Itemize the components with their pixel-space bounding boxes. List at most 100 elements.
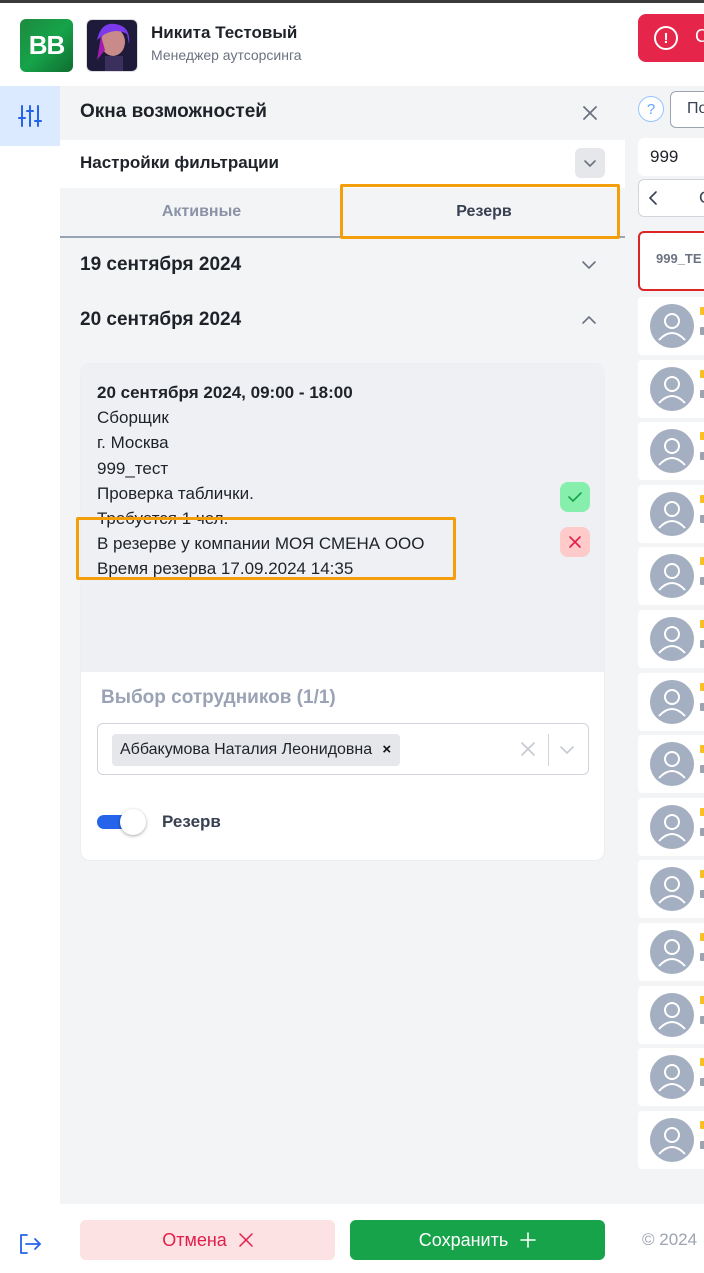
user-avatar-icon <box>650 930 694 974</box>
shift-comment: Проверка таблички. <box>97 483 254 503</box>
cancel-button-label: Отмена <box>162 1229 227 1250</box>
employee-chip-label: Аббакумова Наталия Леонидовна <box>120 741 373 758</box>
tab-reserve[interactable]: Резерв <box>343 188 625 236</box>
employee-select[interactable]: Аббакумова Наталия Леонидовна × <box>97 723 589 775</box>
shift-datetime: 20 сентября 2024, 09:00 - 18:00 <box>97 383 353 402</box>
user-avatar-icon <box>650 554 694 598</box>
date-group-header[interactable]: 20 сентября 2024 <box>60 293 625 348</box>
person-meta-fragment <box>700 828 704 836</box>
tab-active[interactable]: Активные <box>60 188 343 236</box>
date-group-header[interactable]: 19 сентября 2024 <box>60 238 625 293</box>
person-name-fragment <box>700 683 704 691</box>
tabs-bar: Активные Резерв <box>60 188 625 238</box>
user-avatar-icon <box>650 805 694 849</box>
chevron-left-icon[interactable] <box>646 190 660 206</box>
chevron-down-icon <box>584 160 596 168</box>
app-logo: BB <box>20 19 73 72</box>
user-avatar-icon <box>650 742 694 786</box>
help-icon[interactable]: ? <box>638 96 664 122</box>
user-avatar[interactable] <box>86 19 138 72</box>
person-name-fragment <box>700 996 704 1004</box>
clear-icon[interactable] <box>519 740 537 758</box>
person-list-item[interactable] <box>638 360 704 418</box>
person-meta-fragment <box>700 1016 704 1024</box>
person-meta-fragment <box>700 327 704 335</box>
left-rail <box>0 86 60 1273</box>
user-avatar-icon <box>650 304 694 348</box>
shift-reserve-time: Время резерва 17.09.2024 14:35 <box>97 559 354 579</box>
alert-button[interactable]: ! С <box>638 14 704 62</box>
person-name-fragment <box>700 495 704 503</box>
panel-title: Окна возможностей <box>80 101 267 122</box>
person-name-fragment <box>700 808 704 816</box>
user-avatar-icon <box>650 867 694 911</box>
person-name-fragment <box>700 557 704 565</box>
user-avatar-icon <box>650 617 694 661</box>
right-nav[interactable]: С <box>638 179 704 217</box>
alert-button-label: С <box>695 26 704 46</box>
person-list-item[interactable] <box>638 798 704 856</box>
user-avatar-icon <box>650 367 694 411</box>
reserve-toggle-label: Резерв <box>162 812 221 831</box>
person-name-fragment <box>700 1058 704 1066</box>
user-avatar-icon <box>650 1055 694 1099</box>
filter-expand-button[interactable] <box>575 148 605 178</box>
person-list-item[interactable] <box>638 673 704 731</box>
person-list-item[interactable] <box>638 735 704 793</box>
person-list-item[interactable] <box>638 610 704 668</box>
person-meta-fragment <box>700 703 704 711</box>
person-name-fragment <box>700 745 704 753</box>
accept-button[interactable] <box>560 482 590 512</box>
person-list-item[interactable] <box>638 1048 704 1106</box>
shift-object: 999_тест <box>97 458 169 478</box>
filter-settings-label: Настройки фильтрации <box>80 153 280 172</box>
person-list-item[interactable] <box>638 485 704 543</box>
user-avatar-icon <box>650 1118 694 1162</box>
close-icon[interactable] <box>580 103 600 123</box>
user-role: Менеджер аутсорсинга <box>151 47 302 63</box>
chevron-down-icon[interactable] <box>559 742 575 758</box>
shift-card: 20 сентября 2024, 09:00 - 18:00 Сборщик … <box>80 363 605 861</box>
toggle-knob <box>120 809 146 835</box>
shift-reserved-by: В резерве у компании МОЯ СМЕНА ООО <box>97 534 425 554</box>
user-avatar-icon <box>650 680 694 724</box>
person-meta-fragment <box>700 953 704 961</box>
person-list-item[interactable] <box>638 1111 704 1169</box>
person-list-item[interactable] <box>638 860 704 918</box>
selected-object-card[interactable]: 999_ТЕ <box>638 231 704 291</box>
user-avatar-icon <box>650 429 694 473</box>
person-meta-fragment <box>700 577 704 585</box>
shift-details: 20 сентября 2024, 09:00 - 18:00 Сборщик … <box>81 364 604 672</box>
user-avatar-icon <box>650 492 694 536</box>
person-list-item[interactable] <box>638 422 704 480</box>
filters-rail-button[interactable] <box>0 86 60 146</box>
right-search-input[interactable]: 999 <box>638 138 704 176</box>
person-list-item[interactable] <box>638 986 704 1044</box>
logout-icon[interactable] <box>18 1233 44 1255</box>
employee-chip: Аббакумова Наталия Леонидовна × <box>112 734 401 766</box>
person-list-item[interactable] <box>638 297 704 355</box>
chevron-up-icon <box>582 315 596 324</box>
reserve-toggle[interactable] <box>97 809 147 835</box>
person-name-fragment <box>700 432 704 440</box>
save-button[interactable]: Сохранить <box>350 1220 605 1260</box>
person-meta-fragment <box>700 515 704 523</box>
right-nav-label: С <box>699 188 704 208</box>
person-name-fragment <box>700 370 704 378</box>
decline-button[interactable] <box>560 527 590 557</box>
person-meta-fragment <box>700 640 704 648</box>
person-name-fragment <box>700 620 704 628</box>
person-name-fragment <box>700 1121 704 1129</box>
person-list-item[interactable] <box>638 547 704 605</box>
close-icon <box>239 1233 253 1247</box>
chevron-down-icon <box>582 261 596 270</box>
person-meta-fragment <box>700 890 704 898</box>
person-list-item[interactable] <box>638 923 704 981</box>
right-top-button[interactable]: По <box>670 91 704 128</box>
person-meta-fragment <box>700 765 704 773</box>
cancel-button[interactable]: Отмена <box>80 1220 335 1260</box>
employees-title: Выбор сотрудников (1/1) <box>101 687 336 708</box>
person-meta-fragment <box>700 390 704 398</box>
chip-remove-icon[interactable]: × <box>382 741 391 758</box>
person-meta-fragment <box>700 1078 704 1086</box>
